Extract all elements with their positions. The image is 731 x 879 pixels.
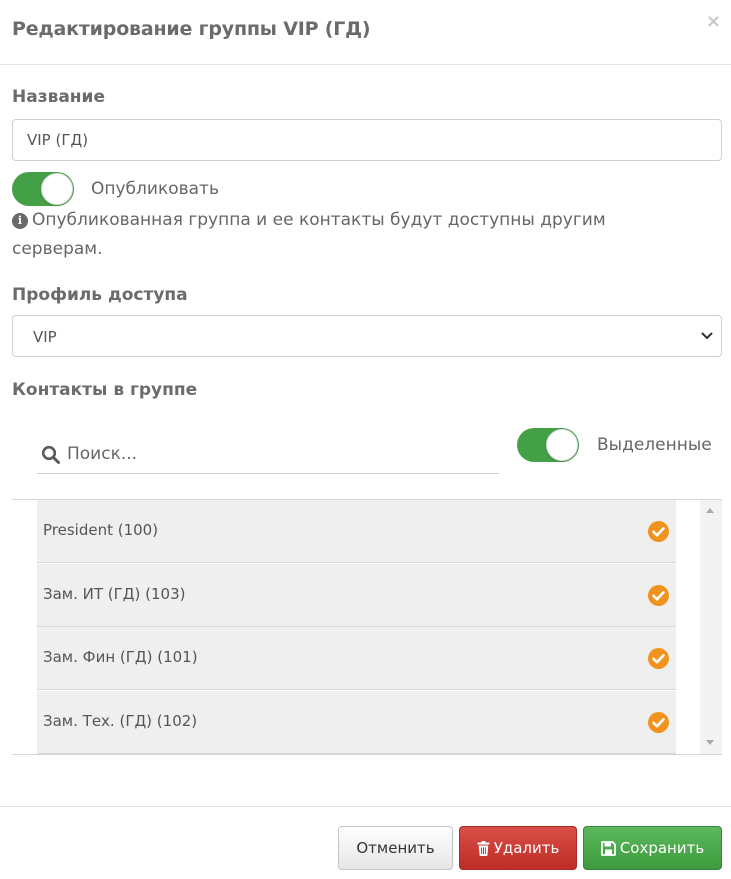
name-label: Название (12, 87, 105, 107)
delete-label: Удалить (493, 839, 560, 857)
publish-info-text: Опубликованная группа и ее контакты буду… (12, 210, 606, 259)
publish-toggle[interactable] (12, 172, 74, 206)
scroll-up-arrow[interactable] (706, 508, 714, 513)
save-button[interactable]: Сохранить (583, 826, 722, 870)
list-item[interactable]: Зам. Фин (ГД) (101) (37, 627, 676, 690)
list-item[interactable]: Зам. ИТ (ГД) (103) (37, 564, 676, 627)
access-profile-value: VIP (33, 328, 57, 346)
trash-icon (477, 840, 490, 856)
cancel-button[interactable]: Отменить (338, 826, 453, 870)
access-profile-select[interactable]: VIP (12, 315, 722, 357)
toggle-knob (546, 429, 578, 461)
contact-label: Зам. Тех. (ГД) (102) (43, 712, 198, 730)
search-input[interactable] (67, 439, 487, 469)
scroll-down-arrow[interactable] (706, 740, 714, 745)
contacts-search (37, 433, 499, 474)
edit-group-modal: Редактирование группы VIP (ГД) × Названи… (0, 0, 731, 879)
floppy-disk-icon (600, 840, 616, 856)
check-circle-icon (648, 712, 669, 733)
list-item[interactable]: President (100) (37, 500, 676, 563)
info-circle-icon: i (12, 213, 28, 229)
contacts-label: Контакты в группе (12, 380, 198, 400)
cancel-label: Отменить (356, 839, 435, 857)
list-item[interactable]: Зам. Тех. (ГД) (102) (37, 691, 676, 754)
contact-label: President (100) (43, 521, 159, 539)
modal-title: Редактирование группы VIP (ГД) (12, 18, 371, 40)
delete-button[interactable]: Удалить (459, 826, 577, 870)
close-icon[interactable]: × (706, 12, 721, 32)
check-circle-icon (648, 585, 669, 606)
contacts-list: President (100) Зам. ИТ (ГД) (103) Зам. … (12, 499, 722, 755)
modal-header: Редактирование группы VIP (ГД) × (0, 0, 731, 65)
publish-info: i Опубликованная группа и ее контакты буд… (12, 206, 692, 264)
chevron-down-icon (701, 332, 713, 339)
selected-only-toggle[interactable] (517, 428, 579, 462)
list-scrollbar[interactable] (700, 500, 722, 754)
check-circle-icon (648, 648, 669, 669)
contact-label: Зам. Фин (ГД) (101) (43, 648, 198, 666)
name-input[interactable] (12, 119, 722, 161)
save-label: Сохранить (619, 839, 705, 857)
modal-footer: Отменить Удалить Сохранить (0, 806, 731, 879)
search-icon (41, 445, 60, 464)
access-profile-label: Профиль доступа (12, 285, 188, 305)
check-circle-icon (648, 521, 669, 542)
toggle-knob (41, 173, 73, 205)
publish-label: Опубликовать (91, 179, 219, 199)
contact-label: Зам. ИТ (ГД) (103) (43, 585, 186, 603)
selected-only-label: Выделенные (597, 435, 712, 455)
